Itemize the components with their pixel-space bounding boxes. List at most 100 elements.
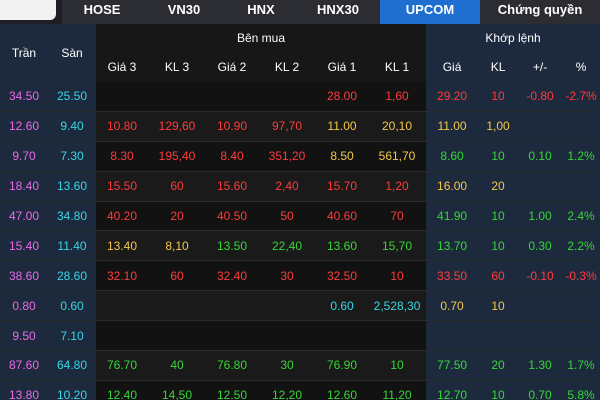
cell-kl1: 561,70: [368, 141, 427, 172]
cell-chg: [518, 111, 563, 142]
tab-hnx[interactable]: HNX: [226, 0, 296, 24]
cell-kl2: [258, 290, 316, 322]
cell-chg: [518, 171, 563, 202]
cell-pct: 1.7%: [562, 350, 600, 381]
cell-kl1: 15,70: [368, 230, 427, 262]
cell-kl3: 60: [148, 260, 206, 292]
tab-hnx30[interactable]: HNX30: [296, 0, 380, 24]
cell-san: 7.30: [48, 141, 96, 172]
table-row[interactable]: 87.60 64.80 76.70 40 76.80 30 76.90 10 77.50 20 1.…: [0, 350, 600, 381]
cell-kl3: [148, 82, 206, 112]
cell-kl1: 70: [368, 201, 427, 232]
cell-chg: -0.10: [518, 260, 563, 292]
cell-gia2: [206, 82, 258, 112]
cell-gia1: 8.50: [316, 141, 368, 172]
col-header-change[interactable]: +/-: [518, 52, 563, 82]
cell-gia2: 32.40: [206, 260, 258, 292]
cell-kl1: 20,10: [368, 111, 427, 142]
cell-gia: 12.70: [426, 380, 479, 400]
table-row[interactable]: 13.80 10.20 12.40 14,50 12.50 12,20 12.60 11,20…: [0, 380, 600, 400]
tab-bar-corner: [0, 0, 56, 20]
cell-gia2: 8.40: [206, 141, 258, 172]
cell-tran: 87.60: [0, 350, 48, 381]
col-header-san[interactable]: Sàn: [48, 24, 96, 82]
table-row[interactable]: 0.80 0.60 0.60 2,528,30 0.70 10: [0, 290, 600, 322]
table-row[interactable]: 12.60 9.40 10.80 129,60 10.90 97,70 11.00 20,10…: [0, 111, 600, 142]
cell-kl3: 129,60: [148, 111, 206, 142]
cell-gia1: 12.60: [316, 380, 368, 400]
cell-chg: -0.80: [518, 82, 563, 112]
group-header-khop-lenh: Khớp lệnh: [426, 24, 600, 52]
cell-gia3: 8.30: [96, 141, 148, 172]
cell-gia3: [96, 82, 148, 112]
cell-gia: 8.60: [426, 141, 479, 172]
tab-hose[interactable]: HOSE: [62, 0, 142, 24]
cell-gia2: 15.60: [206, 171, 258, 202]
cell-pct: 1.2%: [562, 141, 600, 172]
tab-vn30[interactable]: VN30: [142, 0, 226, 24]
table-row[interactable]: 9.70 7.30 8.30 195,40 8.40 351,20 8.50 561,70 8.…: [0, 141, 600, 172]
cell-kl: 1,00: [478, 111, 519, 142]
cell-san: 64.80: [48, 350, 96, 381]
table-row[interactable]: 18.40 13.60 15.50 60 15.60 2,40 15.70 1,20 16.00…: [0, 171, 600, 202]
cell-gia3: 15.50: [96, 171, 148, 202]
cell-gia3: 76.70: [96, 350, 148, 381]
cell-kl1: 1,20: [368, 171, 427, 202]
table-row[interactable]: 15.40 11.40 13.40 8,10 13.50 22,40 13.60 15,70 1…: [0, 230, 600, 262]
cell-gia: 13.70: [426, 230, 479, 262]
col-header-gia3[interactable]: Giá 3: [96, 52, 148, 82]
cell-kl2: 2,40: [258, 171, 316, 202]
cell-kl2: 30: [258, 350, 316, 381]
cell-gia1: 76.90: [316, 350, 368, 381]
cell-san: 10.20: [48, 380, 96, 400]
cell-san: 13.60: [48, 171, 96, 202]
tab-upcom[interactable]: UPCOM: [380, 0, 480, 24]
col-header-kl2[interactable]: KL 2: [258, 52, 316, 82]
col-header-kl3[interactable]: KL 3: [148, 52, 206, 82]
col-header-gia1[interactable]: Giá 1: [316, 52, 368, 82]
cell-gia: 0.70: [426, 290, 479, 322]
cell-pct: 2.4%: [562, 201, 600, 232]
cell-gia3: 40.20: [96, 201, 148, 232]
cell-tran: 9.50: [0, 320, 48, 352]
col-header-gia[interactable]: Giá: [426, 52, 479, 82]
cell-gia1: 40.60: [316, 201, 368, 232]
table-row[interactable]: 9.50 7.10: [0, 320, 600, 352]
table-row[interactable]: 47.00 34.80 40.20 20 40.50 50 40.60 70 41.90 10 1.…: [0, 201, 600, 232]
cell-san: 0.60: [48, 290, 96, 322]
cell-kl2: 12,20: [258, 380, 316, 400]
cell-tran: 15.40: [0, 230, 48, 262]
cell-chg: 1.30: [518, 350, 563, 381]
cell-pct: 5.8%: [562, 380, 600, 400]
cell-kl3: [148, 290, 206, 322]
cell-pct: -2.7%: [562, 82, 600, 112]
cell-kl3: 20: [148, 201, 206, 232]
cell-kl1: 10: [368, 260, 427, 292]
tab-chung-quyen[interactable]: Chứng quyền: [480, 0, 600, 24]
col-header-gia2[interactable]: Giá 2: [206, 52, 258, 82]
col-header-pct[interactable]: %: [562, 52, 600, 82]
cell-kl3: 195,40: [148, 141, 206, 172]
col-header-kl[interactable]: KL: [478, 52, 519, 82]
table-row[interactable]: 34.50 25.50 28.00 1,60 29.20 10 -0.80 -2.7%: [0, 82, 600, 112]
exchange-tab-bar: HOSE VN30 HNX HNX30 UPCOM Chứng quyền: [0, 0, 600, 24]
cell-gia: [426, 320, 479, 352]
stock-table: Trần Sàn Bên mua Khớp lệnh Giá 3 KL 3 Gi…: [0, 24, 600, 400]
col-header-tran[interactable]: Trần: [0, 24, 48, 82]
cell-chg: 0.10: [518, 141, 563, 172]
cell-gia1: 11.00: [316, 111, 368, 142]
cell-san: 11.40: [48, 230, 96, 262]
cell-san: 25.50: [48, 82, 96, 112]
cell-chg: [518, 320, 563, 352]
table-row[interactable]: 38.60 28.60 32.10 60 32.40 30 32.50 10 33.50 60 -0…: [0, 260, 600, 292]
cell-kl2: 351,20: [258, 141, 316, 172]
cell-gia2: 12.50: [206, 380, 258, 400]
cell-tran: 0.80: [0, 290, 48, 322]
cell-gia: 16.00: [426, 171, 479, 202]
cell-gia1: 13.60: [316, 230, 368, 262]
cell-kl: 10: [478, 380, 519, 400]
col-header-kl1[interactable]: KL 1: [368, 52, 427, 82]
cell-gia3: 10.80: [96, 111, 148, 142]
cell-tran: 38.60: [0, 260, 48, 292]
cell-kl2: 50: [258, 201, 316, 232]
